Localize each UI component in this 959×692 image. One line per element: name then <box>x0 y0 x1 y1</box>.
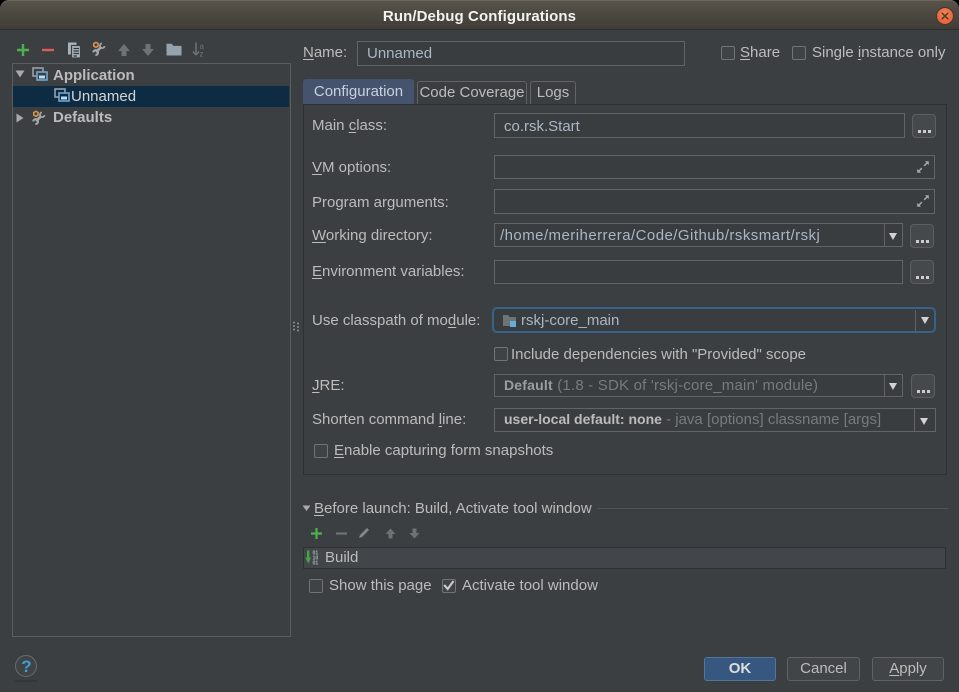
svg-text:z: z <box>200 50 204 58</box>
svg-text:01: 01 <box>313 561 319 565</box>
